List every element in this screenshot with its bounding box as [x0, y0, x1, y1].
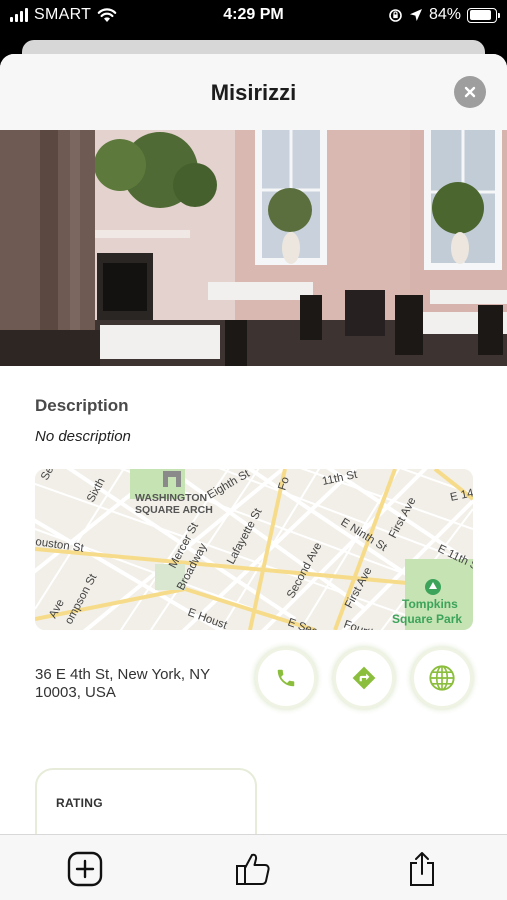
rating-label: RATING	[56, 796, 103, 810]
map-canvas: WASHINGTON SQUARE ARCH Eighth St 11th St…	[35, 469, 473, 630]
bottom-toolbar	[0, 834, 507, 900]
close-icon	[464, 86, 476, 98]
battery-icon	[467, 7, 500, 23]
website-button[interactable]	[411, 647, 473, 709]
directions-button[interactable]	[333, 647, 395, 709]
directions-icon	[352, 666, 376, 690]
place-detail-sheet: Misirizzi Description No description WAS…	[0, 54, 507, 900]
location-map[interactable]: WASHINGTON SQUARE ARCH Eighth St 11th St…	[35, 469, 473, 630]
map-label-arch: WASHINGTON	[135, 492, 207, 504]
sheet-header: Misirizzi	[0, 54, 507, 130]
address-text: 36 E 4th St, New York, NY 10003, USA	[35, 666, 210, 701]
description-text: No description	[35, 428, 131, 445]
place-title: Misirizzi	[210, 80, 297, 105]
share-icon	[410, 852, 434, 886]
screen: SMART 4:29 PM 84% Misirizzi Description …	[0, 0, 507, 900]
like-button[interactable]	[233, 849, 273, 889]
map-label-arch2: SQUARE ARCH	[135, 504, 213, 516]
map-label-park: Tompkins	[402, 597, 458, 611]
place-photo	[0, 130, 507, 366]
rotation-lock-icon	[389, 8, 402, 22]
park-pin-icon	[425, 579, 441, 595]
battery-level	[469, 10, 491, 20]
share-button[interactable]	[402, 849, 442, 889]
close-button[interactable]	[454, 76, 486, 108]
add-square-icon	[67, 851, 103, 887]
phone-icon	[277, 669, 295, 687]
map-label-park2: Square Park	[392, 612, 462, 626]
globe-icon	[429, 665, 455, 691]
status-right: 84%	[388, 6, 500, 24]
location-arrow-icon	[409, 9, 422, 21]
status-bar: SMART 4:29 PM 84%	[0, 0, 507, 32]
restaurant-interior-image	[0, 130, 507, 366]
thumbs-up-icon	[236, 853, 270, 885]
battery-percent: 84%	[428, 6, 461, 23]
add-button[interactable]	[65, 849, 105, 889]
call-button[interactable]	[255, 647, 317, 709]
description-label: Description	[35, 396, 129, 415]
arch-icon	[163, 471, 181, 487]
